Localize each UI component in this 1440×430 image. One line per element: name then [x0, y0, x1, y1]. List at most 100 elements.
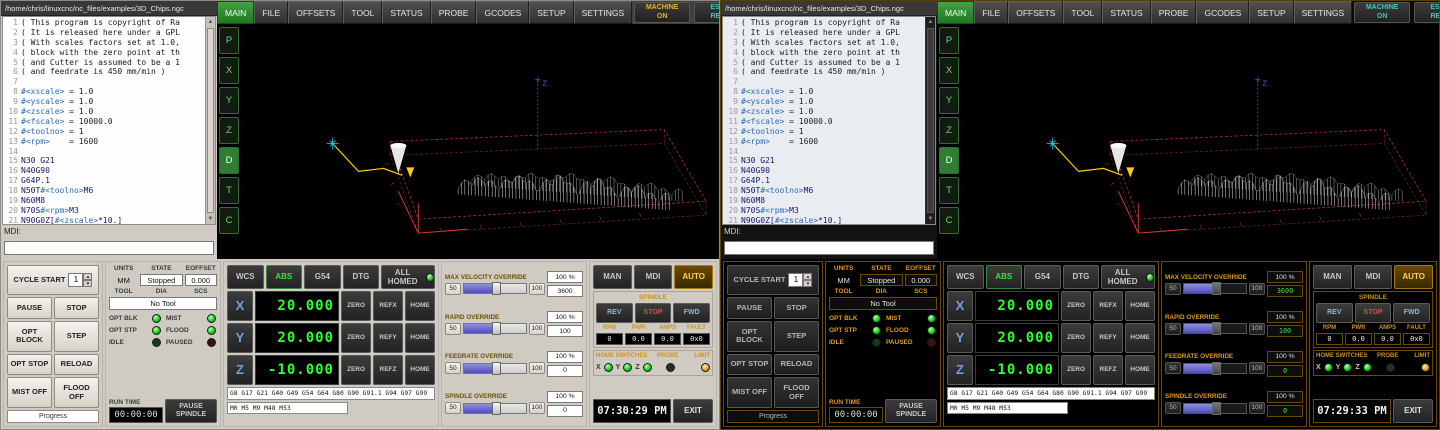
menu-status[interactable]: STATUS	[382, 1, 430, 24]
spindle-fwd-button[interactable]: FWD	[673, 303, 710, 323]
view-y-button[interactable]: Y	[219, 87, 239, 114]
z-zero-button[interactable]: ZERO	[341, 355, 371, 385]
man-mode-button[interactable]: MAN	[593, 265, 632, 289]
scroll-down-icon[interactable]: ▼	[926, 214, 935, 224]
spindle-max-button[interactable]: 100	[529, 402, 545, 414]
y-ref-button[interactable]: REFY	[373, 323, 403, 353]
scroll-up-icon[interactable]: ▲	[926, 17, 935, 27]
estop-reset-button[interactable]: ESTOP RESET	[1414, 2, 1440, 23]
spin-up-icon[interactable]: ▲	[83, 273, 92, 280]
cycle-start-button[interactable]: CYCLE START 1 ▲ ▼	[727, 265, 819, 295]
scroll-down-icon[interactable]: ▼	[206, 214, 215, 224]
spindle-rev-button[interactable]: REV	[1316, 303, 1353, 323]
reload-button[interactable]: RELOAD	[54, 354, 99, 376]
menu-status[interactable]: STATUS	[1102, 1, 1150, 24]
pause-spindle-button[interactable]: PAUSE SPINDLE	[885, 399, 937, 423]
feedrate-max-button[interactable]: 100	[529, 362, 545, 374]
gremlin-preview[interactable]: Z	[961, 24, 1439, 259]
feedrate-max-button[interactable]: 100	[1249, 362, 1265, 374]
feedrate-min-button[interactable]: 50	[445, 362, 461, 374]
flood-off-button[interactable]: FLOOD OFF	[774, 377, 819, 408]
menu-tool[interactable]: TOOL	[1063, 1, 1102, 24]
abs-button[interactable]: ABS	[266, 265, 303, 289]
pause-button[interactable]: PAUSE	[727, 297, 772, 319]
spindle-stop-button[interactable]: STOP	[1355, 303, 1392, 323]
spindle-fwd-button[interactable]: FWD	[1393, 303, 1430, 323]
mdi-input[interactable]	[724, 241, 934, 255]
wcs-button[interactable]: WCS	[947, 265, 984, 289]
auto-mode-button[interactable]: AUTO	[674, 265, 713, 289]
gcode-editor[interactable]: 1( This program is copyright of Ra2( It …	[722, 16, 936, 225]
spin-up-icon[interactable]: ▲	[803, 273, 812, 280]
view-x-button[interactable]: X	[219, 57, 239, 84]
man-mode-button[interactable]: MAN	[1313, 265, 1352, 289]
auto-mode-button[interactable]: AUTO	[1394, 265, 1433, 289]
scroll-up-icon[interactable]: ▲	[206, 17, 215, 27]
file-path-bar[interactable]: /home/chris/linuxcnc/nc_files/examples/3…	[1, 1, 217, 16]
max-velocity-max-button[interactable]: 100	[1249, 283, 1265, 295]
spindle-max-button[interactable]: 100	[1249, 402, 1265, 414]
view-perspective-button[interactable]: P	[219, 27, 239, 54]
menu-main[interactable]: MAIN	[217, 1, 254, 24]
z-ref-button[interactable]: REFZ	[373, 355, 403, 385]
z-home-button[interactable]: HOME	[1125, 355, 1155, 385]
z-zero-button[interactable]: ZERO	[1061, 355, 1091, 385]
view-tool-button[interactable]: T	[219, 177, 239, 204]
view-y-button[interactable]: Y	[939, 87, 959, 114]
slider-handle[interactable]	[492, 362, 501, 375]
x-home-button[interactable]: HOME	[405, 291, 435, 321]
stop-button[interactable]: STOP	[54, 297, 99, 319]
menu-tool[interactable]: TOOL	[343, 1, 382, 24]
spindle-rev-button[interactable]: REV	[596, 303, 633, 323]
all-homed-button[interactable]: ALL HOMED	[381, 265, 435, 289]
spindle-slider[interactable]	[1183, 403, 1247, 414]
gcode-scrollbar[interactable]: ▲ ▼	[205, 17, 215, 224]
gcode-scrollbar[interactable]: ▲ ▼	[925, 17, 935, 224]
menu-settings[interactable]: SETTINGS	[574, 1, 633, 24]
view-z-button[interactable]: Z	[219, 117, 239, 144]
cycle-start-button[interactable]: CYCLE START 1 ▲ ▼	[7, 265, 99, 295]
exit-button[interactable]: EXIT	[1393, 399, 1433, 423]
mdi-mode-button[interactable]: MDI	[634, 265, 673, 289]
x-axis-button[interactable]: X	[227, 291, 253, 321]
y-home-button[interactable]: HOME	[1125, 323, 1155, 353]
mist-off-button[interactable]: MIST OFF	[7, 377, 52, 408]
menu-gcodes[interactable]: GCODES	[1196, 1, 1249, 24]
menu-gcodes[interactable]: GCODES	[476, 1, 529, 24]
feedrate-min-button[interactable]: 50	[1165, 362, 1181, 374]
menu-setup[interactable]: SETUP	[529, 1, 573, 24]
flood-off-button[interactable]: FLOOD OFF	[54, 377, 99, 408]
z-axis-button[interactable]: Z	[947, 355, 973, 385]
view-clear-button[interactable]: C	[219, 207, 239, 234]
wcs-button[interactable]: WCS	[227, 265, 264, 289]
scroll-thumb[interactable]	[207, 28, 214, 213]
menu-probe[interactable]: PROBE	[431, 1, 477, 24]
max-velocity-slider[interactable]	[463, 283, 527, 294]
pause-spindle-button[interactable]: PAUSE SPINDLE	[165, 399, 217, 423]
slider-handle[interactable]	[492, 402, 501, 415]
estop-reset-button[interactable]: ESTOP RESET	[694, 2, 720, 23]
z-ref-button[interactable]: REFZ	[1093, 355, 1123, 385]
view-perspective-button[interactable]: P	[939, 27, 959, 54]
max-velocity-slider[interactable]	[1183, 283, 1247, 294]
g54-button[interactable]: G54	[304, 265, 341, 289]
max-velocity-max-button[interactable]: 100	[529, 283, 545, 295]
spin-down-icon[interactable]: ▼	[803, 280, 812, 287]
menu-main[interactable]: MAIN	[937, 1, 974, 24]
file-path-bar[interactable]: /home/chris/linuxcnc/nc_files/examples/3…	[721, 1, 937, 16]
opt-stop-button[interactable]: OPT STOP	[7, 354, 52, 376]
max-velocity-min-button[interactable]: 50	[445, 283, 461, 295]
g54-button[interactable]: G54	[1024, 265, 1061, 289]
x-axis-button[interactable]: X	[947, 291, 973, 321]
y-home-button[interactable]: HOME	[405, 323, 435, 353]
scroll-thumb[interactable]	[927, 28, 934, 213]
z-axis-button[interactable]: Z	[227, 355, 253, 385]
menu-offsets[interactable]: OFFSETS	[288, 1, 343, 24]
menu-setup[interactable]: SETUP	[1249, 1, 1293, 24]
y-axis-button[interactable]: Y	[947, 323, 973, 353]
y-zero-button[interactable]: ZERO	[341, 323, 371, 353]
rapid-min-button[interactable]: 50	[445, 323, 461, 335]
opt-block-button[interactable]: OPT BLOCK	[727, 321, 772, 352]
stop-button[interactable]: STOP	[774, 297, 819, 319]
slider-handle[interactable]	[1212, 322, 1221, 335]
